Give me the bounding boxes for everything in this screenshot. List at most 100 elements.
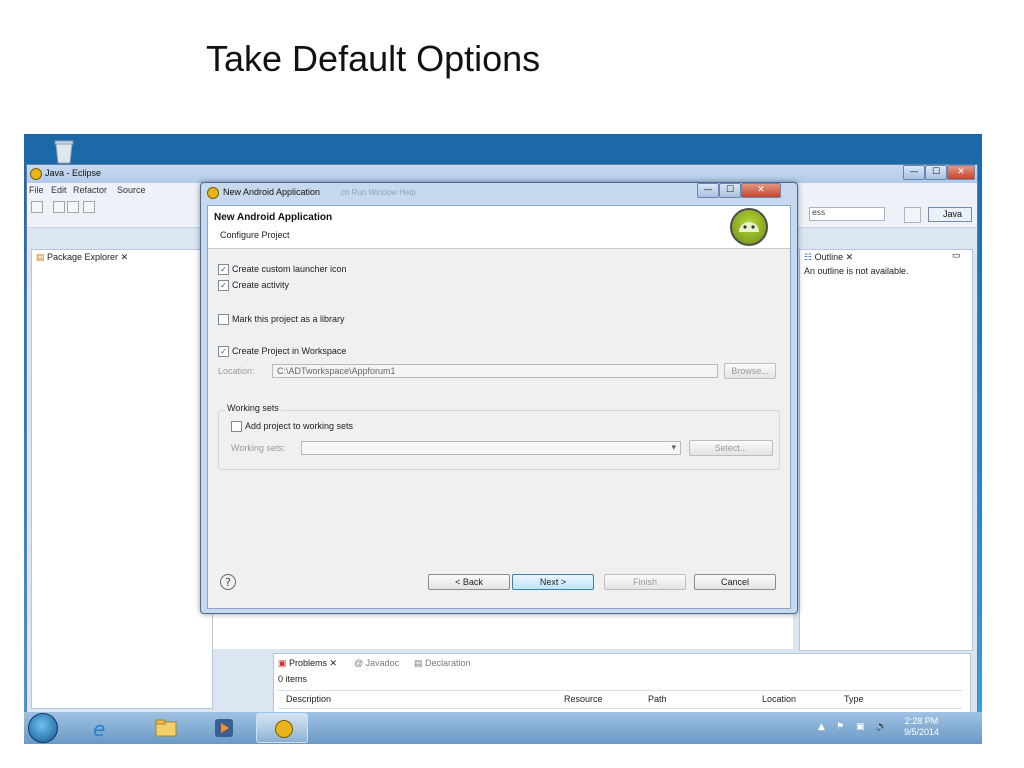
option-mark-as-library[interactable]: Mark this project as a library bbox=[218, 314, 345, 326]
problems-icon: ▣ bbox=[278, 658, 290, 668]
package-explorer-label: Package Explorer bbox=[47, 252, 119, 262]
outline-label: Outline bbox=[814, 252, 844, 262]
divider bbox=[278, 708, 962, 709]
working-sets-group: Working sets Add project to working sets… bbox=[218, 403, 780, 470]
close-button[interactable]: ✕ bbox=[947, 165, 975, 180]
working-sets-label: Working sets: bbox=[231, 443, 286, 453]
package-explorer-icon: ▤ bbox=[36, 252, 48, 262]
media-player-icon[interactable] bbox=[212, 716, 236, 740]
dialog-faded-menu: ch Run Window Help bbox=[341, 188, 416, 197]
column-location[interactable]: Location bbox=[762, 694, 796, 704]
eclipse-titlebar: Java - Eclipse — ☐ ✕ bbox=[27, 165, 977, 183]
ie-icon[interactable]: e bbox=[90, 716, 114, 740]
checkbox-checked[interactable]: ✓ bbox=[218, 346, 229, 358]
slide-title: Take Default Options bbox=[206, 38, 541, 79]
eclipse-task-button[interactable] bbox=[256, 713, 308, 743]
minimize-button[interactable]: — bbox=[903, 165, 925, 180]
column-type[interactable]: Type bbox=[844, 694, 864, 704]
eclipse-icon bbox=[275, 720, 293, 738]
tab-problems[interactable]: ▣ Problems ✕ bbox=[278, 658, 337, 669]
option-create-in-workspace[interactable]: ✓ Create Project in Workspace bbox=[218, 346, 347, 358]
show-hidden-icons[interactable]: ▲ bbox=[818, 722, 825, 732]
location-field[interactable]: C:\ADTworkspace\Appforum1 bbox=[272, 364, 718, 378]
android-head-icon bbox=[739, 222, 759, 232]
network-icon[interactable]: ▣ bbox=[856, 722, 865, 732]
open-perspective-icon[interactable] bbox=[904, 207, 921, 223]
outline-icon: ☷ bbox=[804, 252, 815, 262]
menu-refactor[interactable]: Refactor bbox=[73, 185, 107, 195]
option-label: Create activity bbox=[232, 280, 290, 290]
dialog-app-icon bbox=[207, 187, 219, 199]
quick-access-field[interactable]: ess bbox=[809, 207, 885, 221]
menu-edit[interactable]: Edit bbox=[51, 185, 67, 195]
new-android-app-dialog: New Android Application ch Run Window He… bbox=[200, 182, 798, 614]
option-add-to-working-sets[interactable]: Add project to working sets bbox=[231, 421, 353, 433]
eclipse-window-controls: — ☐ ✕ bbox=[903, 165, 975, 181]
menu-source[interactable]: Source bbox=[117, 185, 146, 195]
maximize-button[interactable]: ☐ bbox=[925, 165, 947, 180]
close-tab-icon[interactable]: ✕ bbox=[118, 252, 129, 262]
checkbox-checked[interactable]: ✓ bbox=[218, 264, 229, 276]
dialog-body: New Android Application Configure Projec… bbox=[207, 205, 791, 609]
checkbox-checked[interactable]: ✓ bbox=[218, 280, 229, 292]
android-logo-icon bbox=[730, 208, 768, 246]
finish-button[interactable]: Finish bbox=[604, 574, 686, 590]
menu-file[interactable]: File bbox=[29, 185, 44, 195]
working-sets-select[interactable]: ▾ bbox=[301, 441, 681, 455]
dialog-window-controls: — ☐ ✕ bbox=[697, 183, 793, 199]
volume-icon[interactable]: 🔈 bbox=[876, 722, 887, 732]
option-label: Create custom launcher icon bbox=[232, 264, 347, 274]
option-create-activity[interactable]: ✓ Create activity bbox=[218, 280, 290, 292]
declaration-icon: ▤ bbox=[414, 658, 426, 668]
eclipse-window-title: Java - Eclipse bbox=[45, 168, 102, 178]
tab-declaration[interactable]: ▤ Declaration bbox=[414, 658, 471, 669]
dialog-maximize-button[interactable]: ☐ bbox=[719, 183, 741, 198]
save-icon[interactable] bbox=[53, 201, 65, 213]
start-orb-icon[interactable] bbox=[28, 713, 58, 743]
column-description[interactable]: Description bbox=[286, 694, 331, 704]
print-icon[interactable] bbox=[83, 201, 95, 213]
svg-text:e: e bbox=[93, 717, 105, 740]
outline-message: An outline is not available. bbox=[804, 266, 909, 276]
dialog-window-title: New Android Application bbox=[223, 187, 321, 197]
close-tab-icon[interactable]: ✕ bbox=[843, 252, 854, 262]
save-all-icon[interactable] bbox=[67, 201, 79, 213]
clock[interactable]: 2:28 PM 9/5/2014 bbox=[904, 716, 939, 738]
column-resource[interactable]: Resource bbox=[564, 694, 603, 704]
dialog-close-button[interactable]: ✕ bbox=[741, 183, 781, 198]
taskbar: e ▲ ⚑ ▣ 🔈 2:28 PM 9/5/2014 bbox=[24, 712, 982, 744]
dialog-header-subtitle: Configure Project bbox=[220, 230, 290, 240]
column-path[interactable]: Path bbox=[648, 694, 667, 704]
tab-javadoc[interactable]: @ Javadoc bbox=[354, 658, 399, 668]
checkbox-unchecked[interactable] bbox=[218, 314, 229, 326]
location-label: Location: bbox=[218, 366, 255, 376]
option-custom-launcher-icon[interactable]: ✓ Create custom launcher icon bbox=[218, 264, 347, 276]
option-label: Mark this project as a library bbox=[232, 314, 345, 324]
working-sets-group-label: Working sets bbox=[225, 403, 281, 413]
new-icon[interactable] bbox=[31, 201, 43, 213]
file-explorer-icon[interactable] bbox=[154, 716, 178, 740]
checkbox-unchecked[interactable] bbox=[231, 421, 242, 433]
help-icon[interactable]: ? bbox=[220, 574, 236, 590]
dialog-minimize-button[interactable]: — bbox=[697, 183, 719, 198]
action-center-icon[interactable]: ⚑ bbox=[836, 722, 844, 732]
next-button[interactable]: Next > bbox=[512, 574, 594, 590]
dialog-header: New Android Application Configure Projec… bbox=[208, 206, 790, 249]
recycle-bin-icon[interactable] bbox=[52, 138, 76, 164]
clock-date: 9/5/2014 bbox=[904, 727, 940, 737]
eclipse-app-icon bbox=[30, 168, 42, 180]
screenshot: Java - Eclipse — ☐ ✕ File Edit Refactor … bbox=[24, 134, 982, 744]
cancel-button[interactable]: Cancel bbox=[694, 574, 776, 590]
minimize-view-icon[interactable]: ▭ bbox=[952, 250, 961, 261]
clock-time: 2:28 PM bbox=[904, 716, 939, 726]
back-button[interactable]: < Back bbox=[428, 574, 510, 590]
tab-package-explorer[interactable]: ▤ Package Explorer ✕ bbox=[36, 252, 128, 263]
select-button[interactable]: Select... bbox=[689, 440, 773, 456]
tab-outline[interactable]: ☷ Outline ✕ bbox=[804, 252, 853, 263]
divider bbox=[278, 690, 962, 691]
javadoc-label: Javadoc bbox=[365, 658, 400, 668]
java-perspective-button[interactable]: Java bbox=[928, 207, 972, 222]
option-label: Create Project in Workspace bbox=[232, 346, 347, 356]
chevron-down-icon: ▾ bbox=[671, 442, 676, 452]
browse-button[interactable]: Browse... bbox=[724, 363, 776, 379]
